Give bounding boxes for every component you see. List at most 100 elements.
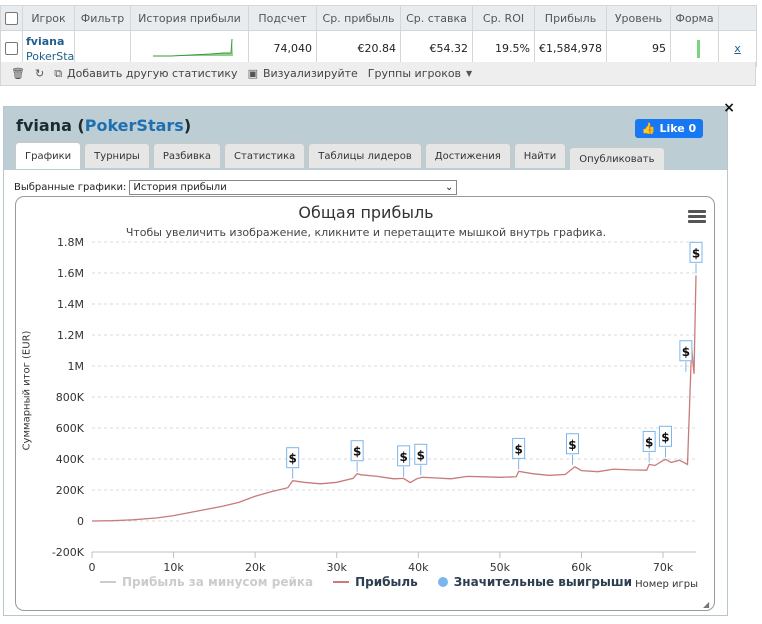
col-avg-stake[interactable]: Ср. ставка [400,5,473,31]
significant-win-marker: $ [679,340,693,372]
refresh-button[interactable]: ↻ [35,67,44,80]
col-remove [718,5,757,31]
x-tick-label: 50k [490,561,511,574]
x-tick-label: 10k [163,561,184,574]
marker-layer: $ $ $ $ $ $ $ $ $ $ [286,241,703,479]
significant-win-marker: $ [350,440,364,472]
visualize-label: Визуализируйте [262,67,358,80]
select-all-checkbox[interactable] [0,5,23,31]
legend-item-profit[interactable]: Прибыль [333,575,418,589]
y-tick-label: -200K [52,546,85,559]
x-tick-label: 60k [571,561,592,574]
delete-button[interactable]: 🗑 [11,67,25,80]
win-marker-label: $ [692,246,700,260]
y-tick-label: 0 [77,515,84,528]
panel-site-link[interactable]: PokerStars [85,116,184,135]
significant-win-marker: $ [414,443,428,476]
x-tick-label: 70k [653,561,674,574]
stats-header-row: Игрок Фильтр История прибыли Подсчет Ср.… [0,5,757,31]
tab-breakdown[interactable]: Разбивка [152,143,222,168]
y-tick-label: 600K [56,422,85,435]
chart-menu-icon[interactable] [688,210,706,224]
close-icon[interactable]: × [723,101,735,115]
remove-row-link[interactable]: x [723,42,752,55]
col-avg-roi[interactable]: Ср. ROI [472,5,535,31]
y-tick-label: 1M [68,360,85,373]
stats-table: Игрок Фильтр История прибыли Подсчет Ср.… [0,5,757,67]
chart-subtitle: Чтобы увеличить изображение, кликните и … [126,226,606,239]
tab-leaderboards[interactable]: Таблицы лидеров [308,143,422,168]
y-tick-label: 400K [56,453,85,466]
panel-title: fviana (PokerStars) [16,116,192,135]
tab-tournaments[interactable]: Турниры [84,143,150,168]
significant-win-marker: $ [512,437,526,470]
col-profit-history[interactable]: История прибыли [130,5,249,31]
y-tick-label: 1.6M [57,267,84,280]
panel-header: fviana (PokerStars) 👍 Like 0 Графики Тур… [4,107,727,170]
profit-chart[interactable]: -200K 0 200K 400K 600K 800K 1M 1.2M 1.4M 1.6M 1.8M… [16,197,715,611]
y-tick-label: 800K [56,391,85,404]
win-marker-label: $ [399,450,407,464]
col-count[interactable]: Подсчет [248,5,317,31]
panel-player-name: fviana [16,116,72,135]
trash-icon: 🗑 [11,67,25,80]
graph-select[interactable]: История прибыли ⌄ [129,180,458,195]
win-marker-label: $ [661,430,669,444]
col-level[interactable]: Уровень [606,5,671,31]
facebook-like-button[interactable]: 👍 Like 0 [635,119,703,138]
panel-tabs: Графики Турниры Разбивка Статистика Табл… [15,142,665,170]
graph-select-row: Выбранные графики: История прибыли ⌄ [14,180,458,195]
player-name-link[interactable]: fviana [26,34,70,49]
legend-label-profit: Прибыль [355,575,418,589]
player-groups-label: Группы игроков [367,67,462,80]
thumbs-up-icon: 👍 [641,122,656,135]
tab-graphs[interactable]: Графики [15,142,82,169]
publish-button[interactable]: Опубликовать [569,147,665,170]
legend-label-rake: Прибыль за минусом рейка [121,575,314,589]
y-axis-label: Суммарный итог (EUR) [21,330,33,451]
resize-handle-icon[interactable]: ◢ [703,600,711,609]
tab-find[interactable]: Найти [513,143,567,168]
win-marker-label: $ [645,435,653,449]
like-label: Like 0 [659,122,697,135]
significant-win-marker: $ [565,433,579,465]
tab-statistics[interactable]: Статистика [224,143,306,168]
player-panel: fviana (PokerStars) 👍 Like 0 Графики Тур… [3,101,735,616]
refresh-icon: ↻ [34,67,45,80]
x-axis-label: Номер игры [635,579,698,590]
legend-item-wins[interactable]: Значительные выигрыши [437,575,632,589]
significant-win-marker: $ [689,241,703,274]
col-profit[interactable]: Прибыль [534,5,607,31]
significant-win-marker: $ [397,445,411,477]
y-tick-label: 1.8M [57,236,84,249]
graph-select-label: Выбранные графики: [14,182,127,193]
legend-label-wins: Значительные выигрыши [453,575,632,589]
legend-swatch-profit [333,581,350,583]
win-marker-label: $ [417,448,425,462]
y-tick-label: 1.4M [57,298,84,311]
x-tick-label: 0 [89,561,96,574]
chart-legend: Прибыль за минусом рейка Прибыль Значите… [16,574,714,590]
chevron-down-icon: ⌄ [445,182,454,193]
col-avg-profit[interactable]: Ср. прибыль [316,5,401,31]
image-icon: ▣ [247,67,258,80]
caret-down-icon: ▼ [466,69,473,78]
add-stat-label: Добавить другую статистику [67,67,238,80]
win-marker-label: $ [568,438,576,452]
visualize-button[interactable]: ▣ Визуализируйте [248,67,358,80]
significant-win-marker: $ [642,430,656,463]
col-form[interactable]: Форма [670,5,719,31]
tab-achievements[interactable]: Достижения [424,143,511,168]
add-column-icon: ⧉ [54,66,63,80]
player-groups-dropdown[interactable]: Группы игроков ▼ [368,67,472,80]
col-filter[interactable]: Фильтр [74,5,131,31]
col-player[interactable]: Игрок [22,5,75,31]
chart-title: Общая прибыль [298,203,433,222]
chart-container[interactable]: -200K 0 200K 400K 600K 800K 1M 1.2M 1.4M 1.6M 1.8M… [15,196,715,611]
win-marker-label: $ [353,445,361,459]
win-marker-label: $ [514,442,522,456]
win-marker-label: $ [682,345,690,359]
add-stat-button[interactable]: ⧉ Добавить другую статистику [54,67,237,81]
axis-layer: -200K 0 200K 400K 600K 800K 1M 1.2M 1.4M 1.6M 1.8M… [52,236,696,574]
legend-item-rake[interactable]: Прибыль за минусом рейка [99,575,314,589]
